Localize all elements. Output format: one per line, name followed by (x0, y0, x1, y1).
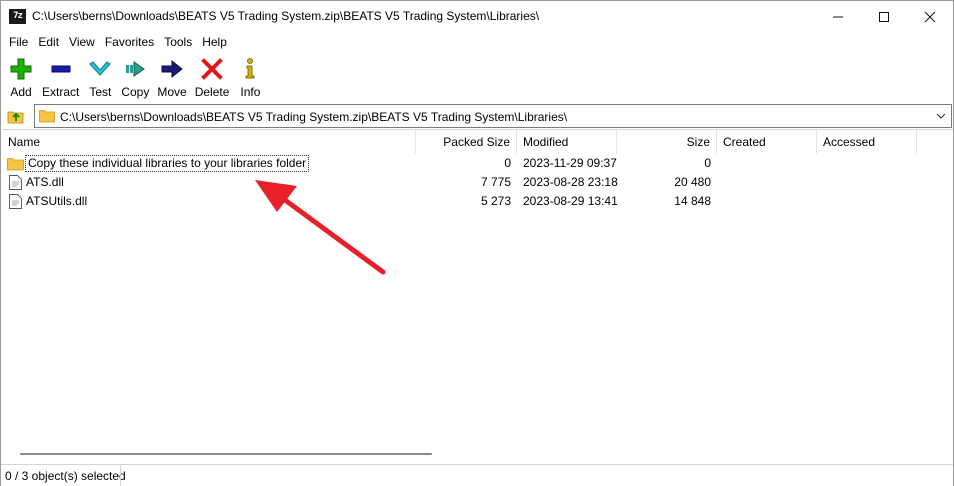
menu-tools[interactable]: Tools (159, 32, 197, 52)
file-name: ATS.dll (26, 175, 64, 189)
add-label: Add (10, 85, 32, 99)
menu-help[interactable]: Help (197, 32, 232, 52)
folder-up-button[interactable] (5, 105, 27, 127)
move-arrow-icon (159, 56, 185, 82)
menu-edit[interactable]: Edit (33, 32, 64, 52)
app-logo-icon: 7z (9, 9, 26, 24)
address-bar: C:\Users\berns\Downloads\BEATS V5 Tradin… (1, 103, 953, 128)
maximize-button[interactable] (861, 1, 907, 32)
modified-cell: 2023-08-29 13:41 (523, 194, 618, 208)
column-header-packed-size[interactable]: Packed Size (416, 130, 517, 154)
scrollbar-thumb[interactable] (20, 453, 432, 455)
test-label: Test (89, 85, 112, 99)
folder-up-icon (7, 111, 24, 124)
plus-icon (8, 56, 34, 82)
folder-icon (7, 157, 24, 170)
packed-size-cell: 0 (504, 156, 511, 170)
selection-status: 0 / 3 object(s) selected (5, 469, 126, 483)
column-header-name[interactable]: Name (2, 130, 416, 154)
menu-bar: File Edit View Favorites Tools Help (1, 32, 953, 52)
extract-label: Extract (42, 85, 80, 99)
minimize-icon (833, 16, 843, 17)
copy-button[interactable]: Copy (117, 53, 153, 100)
info-label: Info (240, 85, 261, 99)
minimize-button[interactable] (815, 1, 861, 32)
column-header-accessed[interactable]: Accessed (817, 130, 917, 154)
window-title: C:\Users\berns\Downloads\BEATS V5 Tradin… (32, 9, 540, 23)
test-button[interactable]: Test (83, 53, 117, 100)
close-icon (924, 11, 936, 22)
size-cell: 0 (704, 156, 711, 170)
close-button[interactable] (907, 1, 953, 32)
column-header-size[interactable]: Size (617, 130, 717, 154)
file-icon (9, 175, 22, 190)
copy-arrow-icon (122, 56, 148, 82)
info-button[interactable]: Info (233, 53, 267, 100)
menu-view[interactable]: View (64, 32, 100, 52)
check-icon (87, 56, 113, 82)
horizontal-scrollbar[interactable] (2, 445, 953, 462)
table-row[interactable]: ATSUtils.dll 5 273 2023-08-29 13:41 14 8… (2, 192, 953, 211)
delete-button[interactable]: Delete (191, 53, 234, 100)
copy-label: Copy (121, 85, 150, 99)
size-cell: 14 848 (674, 194, 711, 208)
path-text: C:\Users\berns\Downloads\BEATS V5 Tradin… (60, 110, 568, 124)
title-bar[interactable]: 7z C:\Users\berns\Downloads\BEATS V5 Tra… (1, 1, 953, 32)
path-input[interactable]: C:\Users\berns\Downloads\BEATS V5 Tradin… (34, 104, 952, 128)
move-button[interactable]: Move (153, 53, 190, 100)
move-label: Move (157, 85, 187, 99)
column-header-modified[interactable]: Modified (517, 130, 617, 154)
toolbar: Add Extract Test Copy Move Delete Info (1, 53, 953, 101)
menu-file[interactable]: File (4, 32, 33, 52)
packed-size-cell: 5 273 (480, 194, 511, 208)
extract-button[interactable]: Extract (38, 53, 83, 100)
size-cell: 20 480 (674, 175, 711, 189)
modified-cell: 2023-11-29 09:37 (523, 156, 617, 170)
menu-favorites[interactable]: Favorites (100, 32, 159, 52)
maximize-icon (879, 11, 889, 22)
folder-icon (39, 109, 55, 126)
delete-label: Delete (194, 85, 230, 99)
status-bar: 0 / 3 object(s) selected (1, 464, 953, 486)
add-button[interactable]: Add (4, 53, 38, 100)
file-icon (9, 194, 22, 209)
modified-cell: 2023-08-28 23:18 (523, 175, 618, 189)
minus-icon (48, 56, 74, 82)
table-row[interactable]: Copy these individual libraries to your … (2, 154, 953, 173)
info-icon (237, 56, 263, 82)
file-name: Copy these individual libraries to your … (25, 155, 310, 172)
column-header-created[interactable]: Created (717, 130, 817, 154)
chevron-down-icon[interactable] (934, 109, 948, 123)
status-divider (120, 465, 121, 486)
table-row[interactable]: ATS.dll 7 775 2023-08-28 23:18 20 480 (2, 173, 953, 192)
app-window: 7z C:\Users\berns\Downloads\BEATS V5 Tra… (0, 0, 954, 486)
delete-x-icon (199, 56, 225, 82)
file-list[interactable]: Name Packed Size Modified Size Created A… (2, 129, 953, 445)
packed-size-cell: 7 775 (480, 175, 511, 189)
file-name: ATSUtils.dll (26, 194, 88, 208)
